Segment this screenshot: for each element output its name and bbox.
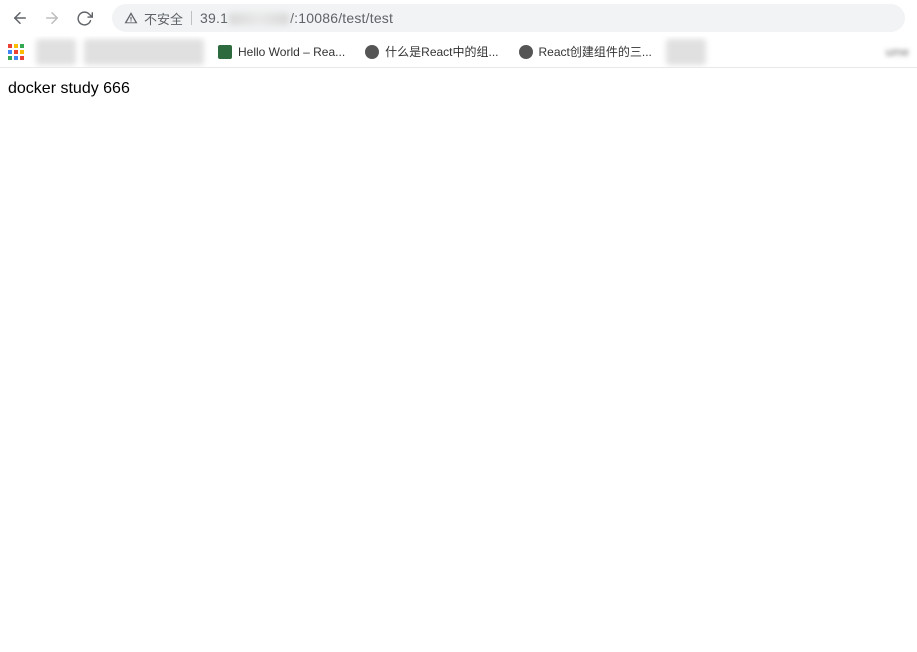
address-bar[interactable]: 不安全 39.1 /:10086/test/test — [112, 4, 905, 32]
bookmark-label: React创建组件的三... — [539, 43, 652, 60]
apps-icon[interactable] — [8, 44, 24, 60]
bookmark-item[interactable] — [84, 39, 204, 65]
not-secure-icon — [124, 11, 138, 25]
security-label: 不安全 — [144, 9, 183, 28]
bookmark-item[interactable]: 什么是React中的组... — [359, 39, 504, 65]
bookmark-item[interactable] — [666, 39, 706, 65]
bookmark-overflow-text: ume — [886, 45, 909, 59]
favicon-icon — [218, 45, 232, 59]
reload-button[interactable] — [68, 2, 100, 34]
forward-button[interactable] — [36, 2, 68, 34]
url-suffix: /:10086/test/test — [290, 10, 393, 26]
url-prefix: 39.1 — [200, 10, 228, 26]
address-divider — [191, 11, 192, 25]
page-body-text: docker study 666 — [8, 80, 130, 97]
bookmark-label: Hello World – Rea... — [238, 45, 345, 59]
arrow-left-icon — [11, 9, 29, 27]
reload-icon — [76, 10, 93, 27]
browser-toolbar: 不安全 39.1 /:10086/test/test — [0, 0, 917, 36]
bookmark-item[interactable]: React创建组件的三... — [513, 39, 658, 65]
bookmark-item[interactable]: Hello World – Rea... — [212, 39, 351, 65]
url-redacted — [229, 13, 289, 25]
arrow-right-icon — [43, 9, 61, 27]
url-text: 39.1 /:10086/test/test — [200, 10, 393, 26]
bookmarks-bar: Hello World – Rea... 什么是React中的组... Reac… — [0, 36, 917, 68]
favicon-icon — [365, 45, 379, 59]
bookmark-label: 什么是React中的组... — [385, 43, 498, 60]
page-content: docker study 666 — [0, 68, 917, 110]
favicon-icon — [519, 45, 533, 59]
bookmark-item[interactable] — [36, 39, 76, 65]
back-button[interactable] — [4, 2, 36, 34]
